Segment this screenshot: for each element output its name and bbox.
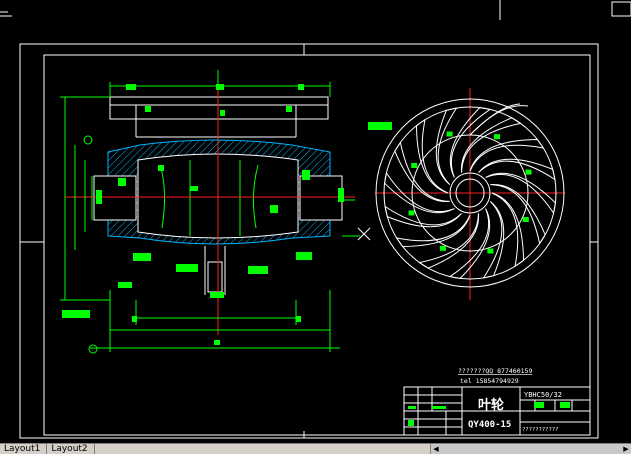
impeller-blade	[478, 158, 556, 181]
ucs-cross-marker	[357, 227, 371, 241]
blade-dimension-marker	[494, 134, 500, 140]
drawing-number: QY400-15	[468, 420, 511, 430]
impeller-blade	[384, 205, 462, 228]
model-code: YBHC50/32	[524, 391, 562, 399]
impeller-blade	[435, 107, 458, 185]
impeller-blade	[482, 201, 505, 279]
cad-drawing-canvas[interactable]: ???????QQ 877460159 tel 15854794929 叶轮 Y…	[0, 0, 631, 453]
impeller-blade	[469, 138, 545, 172]
blade-dimension-marker	[411, 163, 418, 168]
title-block-footer: ???????????	[522, 427, 558, 433]
impeller-blade	[415, 118, 449, 194]
company-line-2: tel 15854794929	[460, 377, 519, 385]
blade-dimension-marker	[408, 210, 415, 216]
blade-dimension-marker	[487, 248, 494, 254]
layout-tab-bar: Layout1 Layout2 ◀ ▶	[0, 443, 631, 454]
blade-dimension-marker	[522, 217, 529, 222]
company-line-1: ???????QQ 877460159	[458, 367, 532, 375]
blade-dimension-marker	[525, 169, 532, 175]
part-name: 叶轮	[478, 397, 504, 413]
impeller-blade	[395, 214, 471, 248]
blade-dimension-marker	[446, 131, 453, 137]
viewport-corner-fragments	[0, 0, 631, 20]
impeller-blade	[491, 192, 525, 268]
blade-dimension-marker	[440, 245, 446, 251]
